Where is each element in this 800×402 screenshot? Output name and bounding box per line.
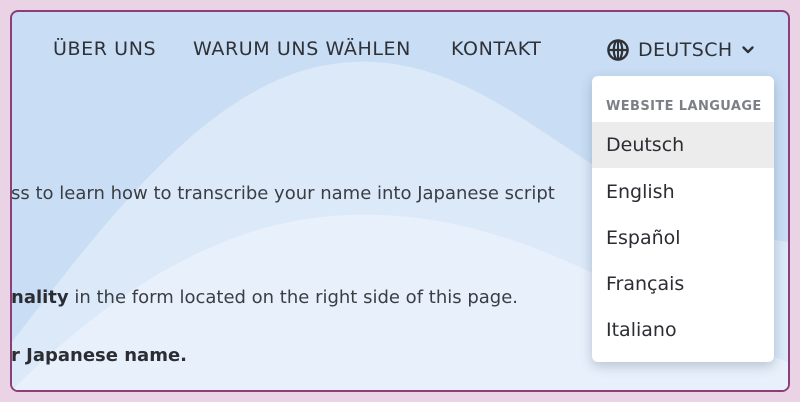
- language-selector-button[interactable]: DEUTSCH: [606, 38, 755, 62]
- nav-link-why-us[interactable]: WARUM UNS WÄHLEN: [193, 38, 411, 60]
- instruction-text-line: nality in the form located on the right …: [11, 287, 518, 308]
- language-option-english[interactable]: English: [592, 169, 774, 215]
- nav-link-contact[interactable]: KONTAKT: [451, 38, 542, 60]
- chevron-down-icon: [741, 46, 754, 54]
- dropdown-header: WEBSITE LANGUAGE: [606, 99, 762, 114]
- top-navigation: ÜBER UNS WARUM UNS WÄHLEN KONTAKT DEUTSC…: [12, 38, 788, 62]
- instruction-bold-text: nality: [11, 287, 69, 308]
- language-option-italiano[interactable]: Italiano: [592, 307, 774, 353]
- globe-icon: [607, 39, 629, 61]
- current-language-label: DEUTSCH: [638, 39, 733, 61]
- result-text-line: r Japanese name.: [11, 345, 187, 366]
- instruction-regular-text: in the form located on the right side of…: [68, 287, 518, 308]
- result-bold-text: r Japanese name.: [11, 345, 187, 366]
- language-option-francais[interactable]: Français: [592, 261, 774, 307]
- language-option-espanol[interactable]: Español: [592, 215, 774, 261]
- nav-link-about[interactable]: ÜBER UNS: [53, 38, 156, 60]
- browser-viewport: ÜBER UNS WARUM UNS WÄHLEN KONTAKT DEUTSC…: [10, 10, 790, 392]
- language-option-deutsch[interactable]: Deutsch: [592, 122, 774, 168]
- language-dropdown-menu: WEBSITE LANGUAGE Deutsch English Español…: [592, 76, 774, 362]
- intro-text-line: ss to learn how to transcribe your name …: [11, 183, 555, 204]
